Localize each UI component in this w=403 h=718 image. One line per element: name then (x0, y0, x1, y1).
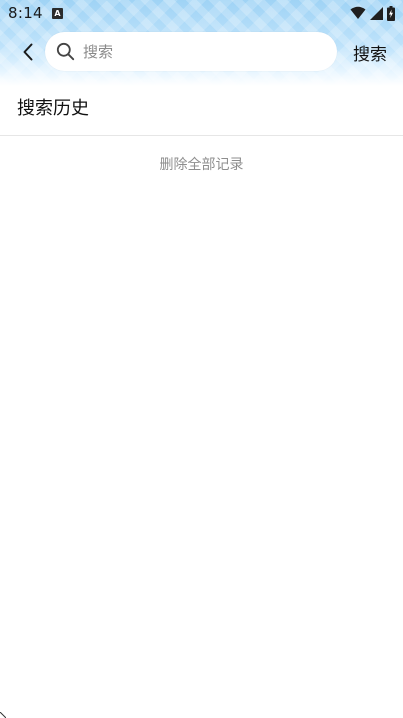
a-letter-icon: A (52, 8, 63, 19)
wifi-icon (350, 6, 366, 20)
search-input[interactable] (81, 41, 325, 62)
search-submit-button[interactable]: 搜索 (353, 40, 387, 65)
divider (0, 135, 403, 136)
chevron-left-icon (23, 43, 33, 61)
search-box[interactable] (45, 32, 337, 71)
back-button[interactable] (14, 38, 42, 66)
search-bar-row: 搜索 (0, 32, 403, 72)
corner-mark (0, 712, 6, 718)
search-screen: 8:14 A 搜索 搜索 搜索历史 删除全部记录 (0, 0, 403, 718)
status-bar: 8:14 A (0, 0, 403, 28)
clear-all-history-button[interactable]: 删除全部记录 (0, 154, 403, 174)
battery-charging-icon (387, 5, 395, 21)
status-time: 8:14 (8, 4, 43, 22)
search-icon (55, 42, 75, 62)
cellular-signal-icon (370, 6, 383, 20)
search-history-title: 搜索历史 (17, 98, 89, 119)
status-icons (350, 5, 395, 21)
